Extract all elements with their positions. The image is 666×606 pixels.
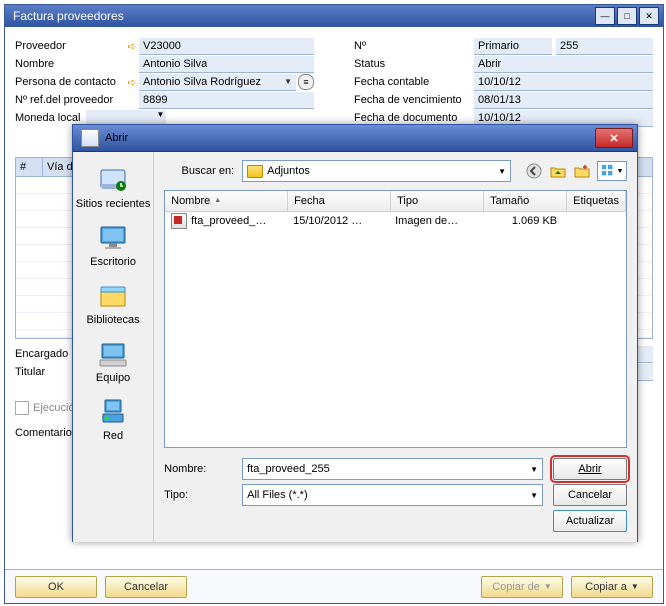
status-label: Status bbox=[354, 58, 474, 70]
copiar-de-button[interactable]: Copiar de ▼ bbox=[481, 576, 563, 598]
no-type-field[interactable]: Primario bbox=[474, 38, 552, 55]
dropdown-icon[interactable]: ▼ bbox=[284, 74, 292, 90]
places-bar: Sitios recientes Escritorio Bibliotecas … bbox=[73, 152, 154, 542]
lookup-combo[interactable]: Adjuntos ▼ bbox=[242, 160, 511, 182]
dialog-cancel-button[interactable]: Cancelar bbox=[553, 484, 627, 506]
main-title-bar: Factura proveedores — □ ✕ bbox=[5, 5, 663, 27]
file-list[interactable]: Nombre ▲ Fecha Tipo Tamaño Etiquetas fta… bbox=[164, 190, 627, 448]
link-arrow-icon[interactable]: ➪ bbox=[125, 40, 139, 53]
filename-label: Nombre: bbox=[164, 463, 234, 475]
dropdown-icon[interactable]: ▼ bbox=[498, 167, 506, 176]
open-button[interactable]: Abrir bbox=[553, 458, 627, 480]
copiar-a-button[interactable]: Copiar a ▼ bbox=[571, 576, 653, 598]
proveedor-label: Proveedor bbox=[15, 40, 125, 52]
col-name[interactable]: Nombre ▲ bbox=[165, 191, 288, 211]
dropdown-icon[interactable]: ▼ bbox=[157, 110, 165, 119]
dropdown-icon: ▼ bbox=[544, 582, 552, 591]
col-size[interactable]: Tamaño bbox=[484, 191, 567, 211]
ok-button[interactable]: OK bbox=[15, 576, 97, 598]
back-icon[interactable] bbox=[525, 162, 543, 180]
cancel-button[interactable]: Cancelar bbox=[105, 576, 187, 598]
dropdown-icon[interactable]: ▼ bbox=[530, 465, 538, 474]
no-value-field[interactable]: 255 bbox=[556, 38, 653, 55]
new-folder-icon[interactable] bbox=[573, 162, 591, 180]
fecha-cont-field[interactable]: 10/10/12 bbox=[474, 74, 653, 91]
minimize-button[interactable]: — bbox=[595, 7, 615, 25]
file-row[interactable]: fta_proveed_… 15/10/2012 … Imagen de… 1.… bbox=[165, 212, 626, 230]
fecha-venc-field[interactable]: 08/01/13 bbox=[474, 92, 653, 109]
ref-field[interactable]: 8899 bbox=[139, 92, 314, 109]
folder-icon bbox=[247, 165, 263, 178]
fecha-cont-label: Fecha contable bbox=[354, 76, 474, 88]
contact-details-button[interactable]: ≡ bbox=[298, 74, 314, 90]
restore-button[interactable]: □ bbox=[617, 7, 637, 25]
proveedor-field[interactable]: V23000 bbox=[139, 38, 314, 55]
filename-field[interactable]: fta_proveed_255 ▼ bbox=[242, 458, 543, 480]
file-size: 1.069 KB bbox=[481, 215, 563, 227]
main-window-title: Factura proveedores bbox=[13, 9, 595, 23]
col-date[interactable]: Fecha bbox=[288, 191, 391, 211]
place-network[interactable]: Red bbox=[73, 392, 153, 446]
place-libraries[interactable]: Bibliotecas bbox=[73, 276, 153, 330]
dialog-close-button[interactable]: ✕ bbox=[595, 128, 633, 148]
fecha-venc-label: Fecha de vencimiento bbox=[354, 94, 474, 106]
recent-icon bbox=[97, 164, 129, 196]
window-controls: — □ ✕ bbox=[595, 7, 659, 25]
place-recent[interactable]: Sitios recientes bbox=[73, 160, 153, 214]
filetype-field[interactable]: All Files (*.*) ▼ bbox=[242, 484, 543, 506]
computer-icon bbox=[97, 338, 129, 370]
no-label: Nº bbox=[354, 40, 474, 52]
contacto-field[interactable]: Antonio Silva Rodríguez ▼ bbox=[139, 74, 296, 91]
ejecucion-checkbox[interactable] bbox=[15, 401, 29, 415]
nombre-field[interactable]: Antonio Silva bbox=[139, 56, 314, 73]
link-arrow-icon[interactable]: ➪ bbox=[125, 76, 139, 89]
dropdown-icon: ▼ bbox=[631, 582, 639, 591]
nombre-label: Nombre bbox=[15, 58, 125, 70]
moneda-label: Moneda local bbox=[15, 112, 80, 124]
libraries-icon bbox=[97, 280, 129, 312]
update-button[interactable]: Actualizar bbox=[553, 510, 627, 532]
desktop-icon bbox=[97, 222, 129, 254]
ref-label: Nº ref.del proveedor bbox=[15, 94, 125, 106]
close-button[interactable]: ✕ bbox=[639, 7, 659, 25]
grid-col-rownum[interactable]: # bbox=[16, 158, 43, 176]
place-computer[interactable]: Equipo bbox=[73, 334, 153, 388]
dialog-title-bar: Abrir ✕ bbox=[73, 125, 637, 152]
col-type[interactable]: Tipo bbox=[391, 191, 484, 211]
dialog-title: Abrir bbox=[105, 132, 595, 144]
form-left-column: Proveedor ➪ V23000 Nombre Antonio Silva … bbox=[15, 37, 314, 127]
network-icon bbox=[97, 396, 129, 428]
contacto-label: Persona de contacto bbox=[15, 76, 125, 88]
file-type: Imagen de… bbox=[389, 215, 481, 227]
status-field[interactable]: Abrir bbox=[474, 56, 653, 73]
file-date: 15/10/2012 … bbox=[287, 215, 389, 227]
file-open-dialog: Abrir ✕ Sitios recientes Escritorio bbox=[72, 124, 638, 542]
col-tags[interactable]: Etiquetas bbox=[567, 191, 626, 211]
fecha-doc-label: Fecha de documento bbox=[354, 112, 474, 124]
dropdown-icon[interactable]: ▼ bbox=[530, 491, 538, 500]
view-menu-icon[interactable]: ▼ bbox=[597, 161, 627, 181]
comentarios-label: Comentarios bbox=[15, 427, 77, 439]
place-desktop[interactable]: Escritorio bbox=[73, 218, 153, 272]
file-name: fta_proveed_… bbox=[191, 215, 266, 227]
up-folder-icon[interactable] bbox=[549, 162, 567, 180]
form-right-column: Nº Primario 255 Status Abrir Fecha conta… bbox=[354, 37, 653, 127]
dialog-icon bbox=[81, 129, 99, 147]
image-file-icon bbox=[171, 213, 187, 229]
filetype-label: Tipo: bbox=[164, 489, 234, 501]
lookup-label: Buscar en: bbox=[164, 165, 234, 177]
bottom-button-bar: OK Cancelar Copiar de ▼ Copiar a ▼ bbox=[5, 569, 663, 603]
